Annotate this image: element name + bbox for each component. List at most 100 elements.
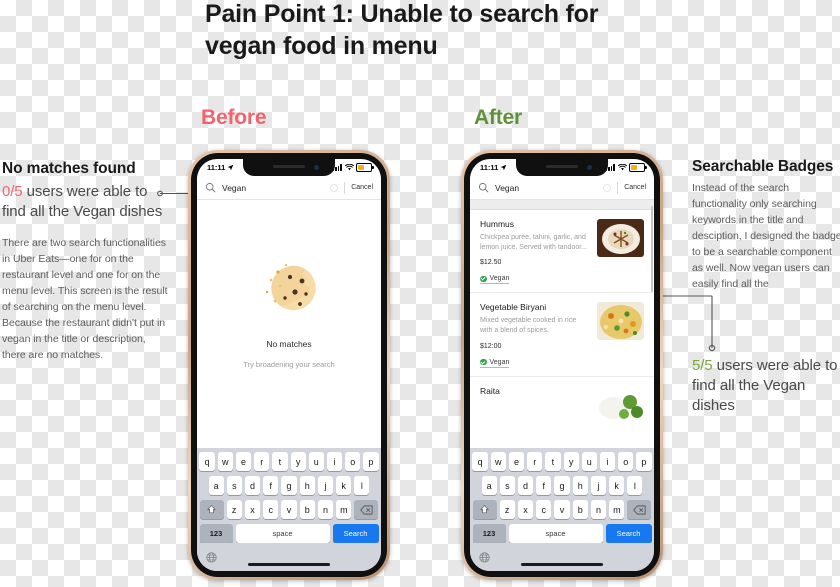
shift-icon[interactable] xyxy=(199,500,224,519)
key-y[interactable]: y xyxy=(563,452,579,471)
search-icon xyxy=(205,182,216,193)
key-z[interactable]: z xyxy=(499,500,515,519)
key-q[interactable]: q xyxy=(199,452,215,471)
badge-label: Vegan xyxy=(489,275,510,283)
key-v[interactable]: v xyxy=(554,500,570,519)
check-circle-icon xyxy=(480,358,487,366)
search-bar-after[interactable]: Vegan Cancel xyxy=(470,176,654,200)
key-f[interactable]: f xyxy=(263,476,279,495)
backspace-icon[interactable] xyxy=(627,500,652,519)
keyboard-bottom-bar xyxy=(199,543,379,571)
key-p[interactable]: p xyxy=(363,452,379,471)
search-input[interactable]: Vegan xyxy=(222,183,324,193)
list-item[interactable]: Raita xyxy=(470,377,654,424)
empty-state-before: No matches Try broadening your search xyxy=(197,200,381,448)
wifi-icon xyxy=(617,164,627,171)
key-e[interactable]: e xyxy=(508,452,525,471)
keyboard-before[interactable]: q w e r t y u i o p a s d f g h j k l z … xyxy=(197,448,381,571)
globe-icon[interactable] xyxy=(478,551,490,563)
search-key[interactable]: Search xyxy=(605,524,652,543)
home-indicator[interactable] xyxy=(521,563,603,566)
numbers-key[interactable]: 123 xyxy=(472,524,506,543)
key-a[interactable]: a xyxy=(481,476,497,495)
key-r[interactable]: r xyxy=(254,452,270,471)
key-m[interactable]: m xyxy=(336,500,352,519)
key-t[interactable]: t xyxy=(545,452,561,471)
cookie-icon xyxy=(265,263,316,311)
key-x[interactable]: x xyxy=(517,500,534,519)
key-c[interactable]: c xyxy=(536,500,552,519)
clear-circle-icon[interactable] xyxy=(603,183,612,192)
key-x[interactable]: x xyxy=(244,500,261,519)
key-d[interactable]: d xyxy=(244,476,261,495)
numbers-key[interactable]: 123 xyxy=(199,524,233,543)
key-v[interactable]: v xyxy=(281,500,297,519)
space-key[interactable]: space xyxy=(508,524,603,543)
key-s[interactable]: s xyxy=(226,476,242,495)
key-f[interactable]: f xyxy=(536,476,552,495)
key-l[interactable]: l xyxy=(627,476,643,495)
home-indicator[interactable] xyxy=(248,563,330,566)
dish-price: $12.50 xyxy=(480,259,502,267)
key-b[interactable]: b xyxy=(299,500,315,519)
key-m[interactable]: m xyxy=(609,500,625,519)
key-e[interactable]: e xyxy=(235,452,252,471)
key-y[interactable]: y xyxy=(290,452,306,471)
key-h[interactable]: h xyxy=(572,476,588,495)
key-w[interactable]: w xyxy=(490,452,506,471)
key-i[interactable]: i xyxy=(326,452,343,471)
search-icon xyxy=(478,182,489,193)
list-separator xyxy=(470,200,654,210)
key-k[interactable]: k xyxy=(609,476,625,495)
key-s[interactable]: s xyxy=(499,476,515,495)
key-n[interactable]: n xyxy=(317,500,334,519)
key-c[interactable]: c xyxy=(263,500,279,519)
key-l[interactable]: l xyxy=(354,476,370,495)
key-j[interactable]: j xyxy=(317,476,334,495)
key-g[interactable]: g xyxy=(281,476,297,495)
wifi-icon xyxy=(344,164,354,171)
keyboard-after[interactable]: q w e r t y u i o p a s d f g h j k l z … xyxy=(470,448,654,571)
key-n[interactable]: n xyxy=(590,500,607,519)
keyboard-row-3: z x c v b n m xyxy=(472,500,652,519)
key-k[interactable]: k xyxy=(336,476,352,495)
key-u[interactable]: u xyxy=(581,452,597,471)
list-item[interactable]: Hummus Chickpea puree, tahini, garlic, a… xyxy=(470,210,654,294)
shift-icon[interactable] xyxy=(472,500,497,519)
earpiece-speaker-icon xyxy=(273,165,305,168)
space-key[interactable]: space xyxy=(235,524,330,543)
search-key[interactable]: Search xyxy=(332,524,379,543)
key-o[interactable]: o xyxy=(345,452,361,471)
key-h[interactable]: h xyxy=(299,476,315,495)
cancel-button[interactable]: Cancel xyxy=(624,184,646,191)
key-q[interactable]: q xyxy=(472,452,488,471)
status-badge[interactable]: Vegan xyxy=(480,275,510,285)
results-list[interactable]: Hummus Chickpea puree, tahini, garlic, a… xyxy=(470,200,654,448)
key-u[interactable]: u xyxy=(308,452,324,471)
clear-circle-icon[interactable] xyxy=(330,183,339,192)
key-g[interactable]: g xyxy=(554,476,570,495)
backspace-icon[interactable] xyxy=(354,500,379,519)
key-b[interactable]: b xyxy=(572,500,588,519)
dish-price: $12:00 xyxy=(480,342,502,350)
key-d[interactable]: d xyxy=(517,476,534,495)
key-t[interactable]: t xyxy=(272,452,288,471)
key-a[interactable]: a xyxy=(208,476,224,495)
key-w[interactable]: w xyxy=(217,452,233,471)
key-z[interactable]: z xyxy=(226,500,242,519)
status-badge[interactable]: Vegan xyxy=(480,358,510,368)
key-p[interactable]: p xyxy=(636,452,652,471)
key-r[interactable]: r xyxy=(527,452,543,471)
battery-icon xyxy=(629,163,647,172)
search-bar-before[interactable]: Vegan Cancel xyxy=(197,176,381,200)
front-camera-icon xyxy=(587,164,592,170)
front-camera-icon xyxy=(314,164,319,170)
key-j[interactable]: j xyxy=(590,476,607,495)
key-i[interactable]: i xyxy=(599,452,616,471)
key-o[interactable]: o xyxy=(618,452,634,471)
cancel-button[interactable]: Cancel xyxy=(351,184,373,191)
notch-before xyxy=(243,159,335,176)
list-item[interactable]: Vegetable Biryani Mixed vegetable cooked… xyxy=(470,293,654,377)
search-input[interactable]: Vegan xyxy=(495,183,597,193)
globe-icon[interactable] xyxy=(205,551,217,563)
